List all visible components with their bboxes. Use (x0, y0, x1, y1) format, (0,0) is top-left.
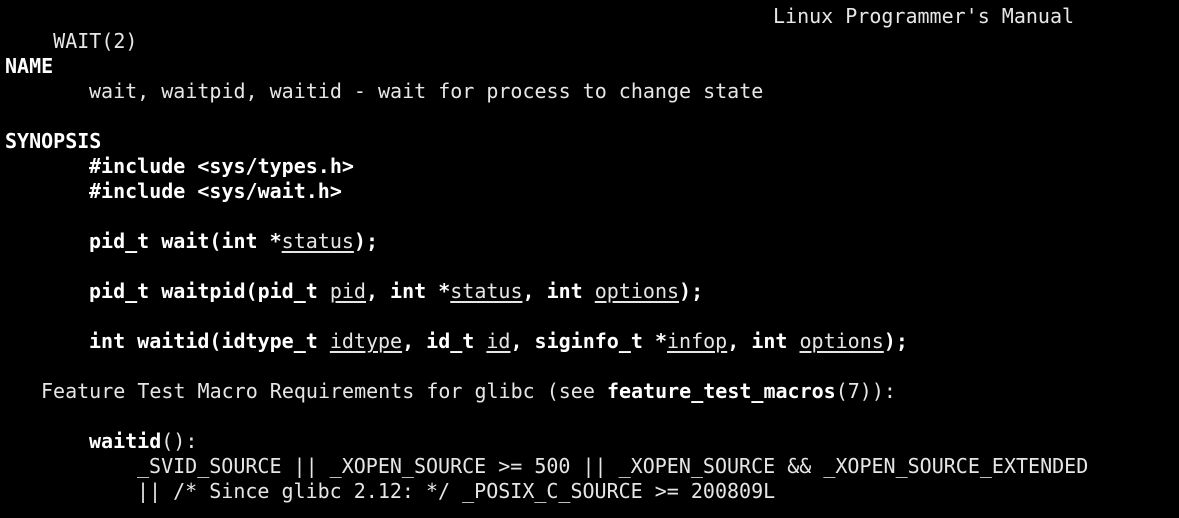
param-options: options (594, 279, 680, 303)
param-id: id (486, 329, 511, 353)
waitpid-prototype: pid_t waitpid(pid_t pid, int *status, in… (5, 279, 1175, 304)
wait-signature-start: pid_t wait(int * (89, 229, 282, 253)
waitid-function-suffix: (): (161, 429, 198, 453)
wait-prototype: pid_t wait(int *status); (5, 229, 1175, 254)
param-status: status (450, 279, 523, 303)
name-description: wait, waitpid, waitid - wait for process… (89, 79, 764, 103)
waitid-function-name: waitid (89, 429, 162, 453)
waitpid-signature-end: ); (679, 279, 704, 303)
feature-test-text: Feature Test Macro Requirements for glib… (41, 379, 607, 403)
feature-requirement-line-2: || /* Since glibc 2.12: */ _POSIX_C_SOUR… (137, 479, 776, 503)
param-options: options (799, 329, 884, 353)
feature-test-text-end: (7)): (835, 379, 896, 403)
synopsis-heading: SYNOPSIS (5, 129, 102, 153)
param-pid: pid (329, 279, 366, 303)
param-status: status (281, 229, 354, 253)
waitid-separator: , id_t (402, 329, 487, 353)
include-sys-types: #include <sys/types.h> (89, 154, 354, 178)
waitid-separator: , siginfo_t * (510, 329, 668, 353)
waitid-feature-label: waitid(): (5, 429, 1175, 454)
waitpid-separator: , int (522, 279, 595, 303)
feature-requirement-line-1: _SVID_SOURCE || _XOPEN_SOURCE >= 500 || … (137, 454, 1089, 478)
man-page-title: WAIT(2) (53, 29, 138, 53)
param-infop: infop (667, 329, 728, 353)
waitid-separator: , int (727, 329, 800, 353)
waitid-signature-end: ); (883, 329, 908, 353)
man-page-terminal: WAIT(2) Linux Programmer's Manual NAME w… (5, 4, 1175, 504)
feature-test-macros-link: feature_test_macros (606, 379, 836, 403)
man-header: WAIT(2) Linux Programmer's Manual (5, 4, 1175, 53)
waitid-prototype: int waitid(idtype_t idtype, id_t id, sig… (5, 329, 1175, 354)
include-sys-wait: #include <sys/wait.h> (89, 179, 342, 203)
name-heading: NAME (5, 54, 54, 78)
waitpid-separator: , int * (365, 279, 451, 303)
feature-test-heading: Feature Test Macro Requirements for glib… (5, 379, 1175, 404)
manual-section-title: Linux Programmer's Manual (773, 4, 1075, 28)
wait-signature-end: ); (353, 229, 378, 253)
param-idtype: idtype (329, 329, 403, 353)
waitid-signature-start: int waitid(idtype_t (89, 329, 330, 353)
waitpid-signature-start: pid_t waitpid(pid_t (89, 279, 330, 303)
